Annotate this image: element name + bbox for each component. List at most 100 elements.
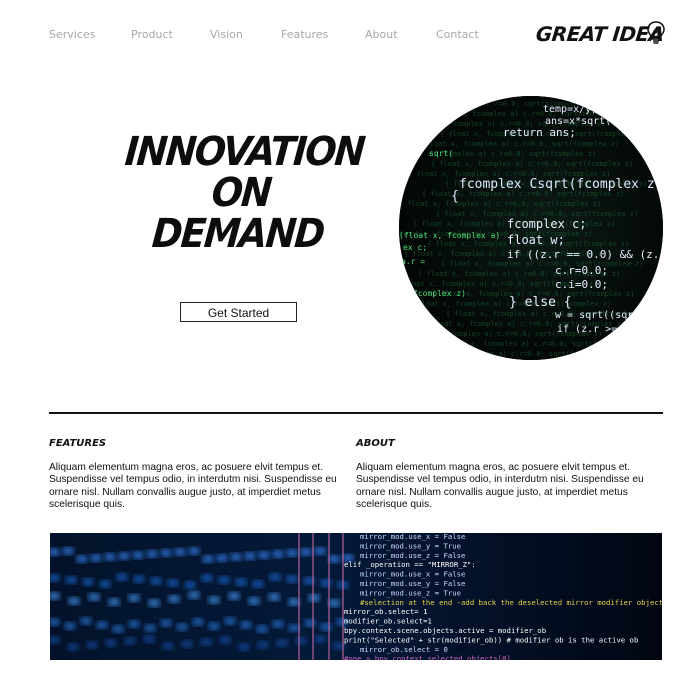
nav-link-about[interactable]: About [365,28,398,41]
bokeh-light [167,579,179,587]
bokeh-light [184,581,196,589]
bokeh-light [160,619,172,627]
nav-link-product[interactable]: Product [131,28,173,41]
bokeh-light [90,554,102,562]
about-heading: ABOUT [356,438,395,449]
bokeh-light [256,625,268,633]
banner-code-line: bpy.context.scene.objects.active = modif… [344,626,546,635]
bokeh-light [257,641,269,649]
bokeh-light [276,639,288,647]
bokeh-light [76,555,88,563]
bokeh-light [118,552,130,560]
bokeh-light [219,636,231,644]
bokeh-light [104,553,116,561]
bokeh-light [105,639,117,647]
bokeh-light [144,624,156,632]
features-heading: FEATURES [49,438,107,449]
bokeh-light [174,548,186,556]
bokeh-light [181,640,193,648]
banner-code-line: mirror_mod.use_y = True [360,541,461,550]
bokeh-light [244,552,256,560]
green-code-fragment: (float x, fcomplex a) [399,231,500,240]
code-line: c.r=0.0; [555,264,608,277]
bokeh-light [320,623,332,631]
background-code-line: { float x, fcomplex a) c.r=0.0; sqrt(fco… [414,350,616,358]
code-line: w = sqrt((sqrt(z.r [555,310,663,321]
code-line: float w; [507,233,565,247]
nav-link-vision[interactable]: Vision [210,28,243,41]
about-text: Aliquam elementum magna eros, ac posuere… [356,462,644,511]
bokeh-light [238,643,250,651]
banner-code-line: mirror_ob.select= 1 [344,607,427,616]
light-streak [298,533,300,660]
bokeh-light [228,592,240,600]
bokeh-light [133,575,145,583]
nav-link-contact[interactable]: Contact [436,28,479,41]
bokeh-light [128,594,140,602]
bokeh-light [235,578,247,586]
bokeh-light [208,596,220,604]
code-line: fcomplex Csqrt(fcomplex z) [459,177,663,192]
nav-link-features[interactable]: Features [281,28,328,41]
bokeh-light [112,625,124,633]
background-code-line: { float x, fcomplex a) c.r=0.0; sqrt(fco… [399,200,601,208]
bokeh-light [240,621,252,629]
bokeh-light [188,547,200,555]
bokeh-light [300,548,312,556]
code-line: fcomplex c; [507,217,586,231]
bokeh-light [314,547,326,555]
banner-code-line: print("Selected" + str(modifier_ob)) # m… [344,635,638,644]
bokeh-light [258,551,270,559]
bokeh-light [146,550,158,558]
code-line: } else { [509,295,572,310]
bokeh-light [192,618,204,626]
code-line: temp=x/y; [543,104,597,115]
banner-code-line: mirror_mod.use_x = False [360,570,465,579]
bokeh-light [286,549,298,557]
bokeh-light [295,637,307,645]
bokeh-light [143,635,155,643]
green-code-fragment: a.r = [401,257,425,266]
bokeh-light [268,593,280,601]
bokeh-light [176,623,188,631]
bokeh-light [124,637,136,645]
bokeh-light [286,575,298,583]
code-line: if (z.r >= 0.0) [557,324,647,335]
code-banner-image: mirror_mod.use_x = False mirror_mod.use_y… [50,533,662,660]
bokeh-light [65,576,77,584]
bokeh-light [224,617,236,625]
banner-code-line: #one = bpy.context.selected_objects[0] [344,654,511,660]
hero-title: INNOVATION ON DEMAND [116,129,367,257]
lightbulb-icon [647,21,665,44]
bokeh-light [64,622,76,630]
hero-title-line: ON [209,170,273,216]
bokeh-light [304,619,316,627]
light-streak [312,533,314,660]
bokeh-light [248,597,260,605]
get-started-button[interactable]: Get Started [180,302,297,322]
bokeh-light [108,598,120,606]
code-banner-art: mirror_mod.use_x = Falsemirror_mod.use_y… [50,533,662,660]
banner-code-line: mirror_ob.select = 0 [360,645,448,654]
bokeh-light [99,580,111,588]
bokeh-light [314,635,326,643]
bokeh-light [62,547,74,555]
bokeh-light [208,622,220,630]
bokeh-light [272,550,284,558]
bokeh-light [168,595,180,603]
bokeh-light [86,641,98,649]
bokeh-light [216,554,228,562]
code-screen-image: { float x, fcomplex a) c.r=0.0; sqrt(fco… [399,96,663,360]
banner-code-line: mirror_mod.use_z = True [360,588,461,597]
hero-title-line: INNOVATION [123,129,366,175]
green-code-fragment: sqrt( [429,149,453,158]
nav-link-services[interactable]: Services [49,28,95,41]
bokeh-light [269,573,281,581]
bokeh-light [88,593,100,601]
bokeh-light [68,597,80,605]
bokeh-light [80,617,92,625]
code-line: c.i=0.0; [555,278,608,291]
bokeh-light [128,620,140,628]
banner-code-line: mirror_mod.use_y = False [360,579,465,588]
background-code-line: { float x, fcomplex a) c.r=0.0; sqrt(fco… [441,260,643,268]
